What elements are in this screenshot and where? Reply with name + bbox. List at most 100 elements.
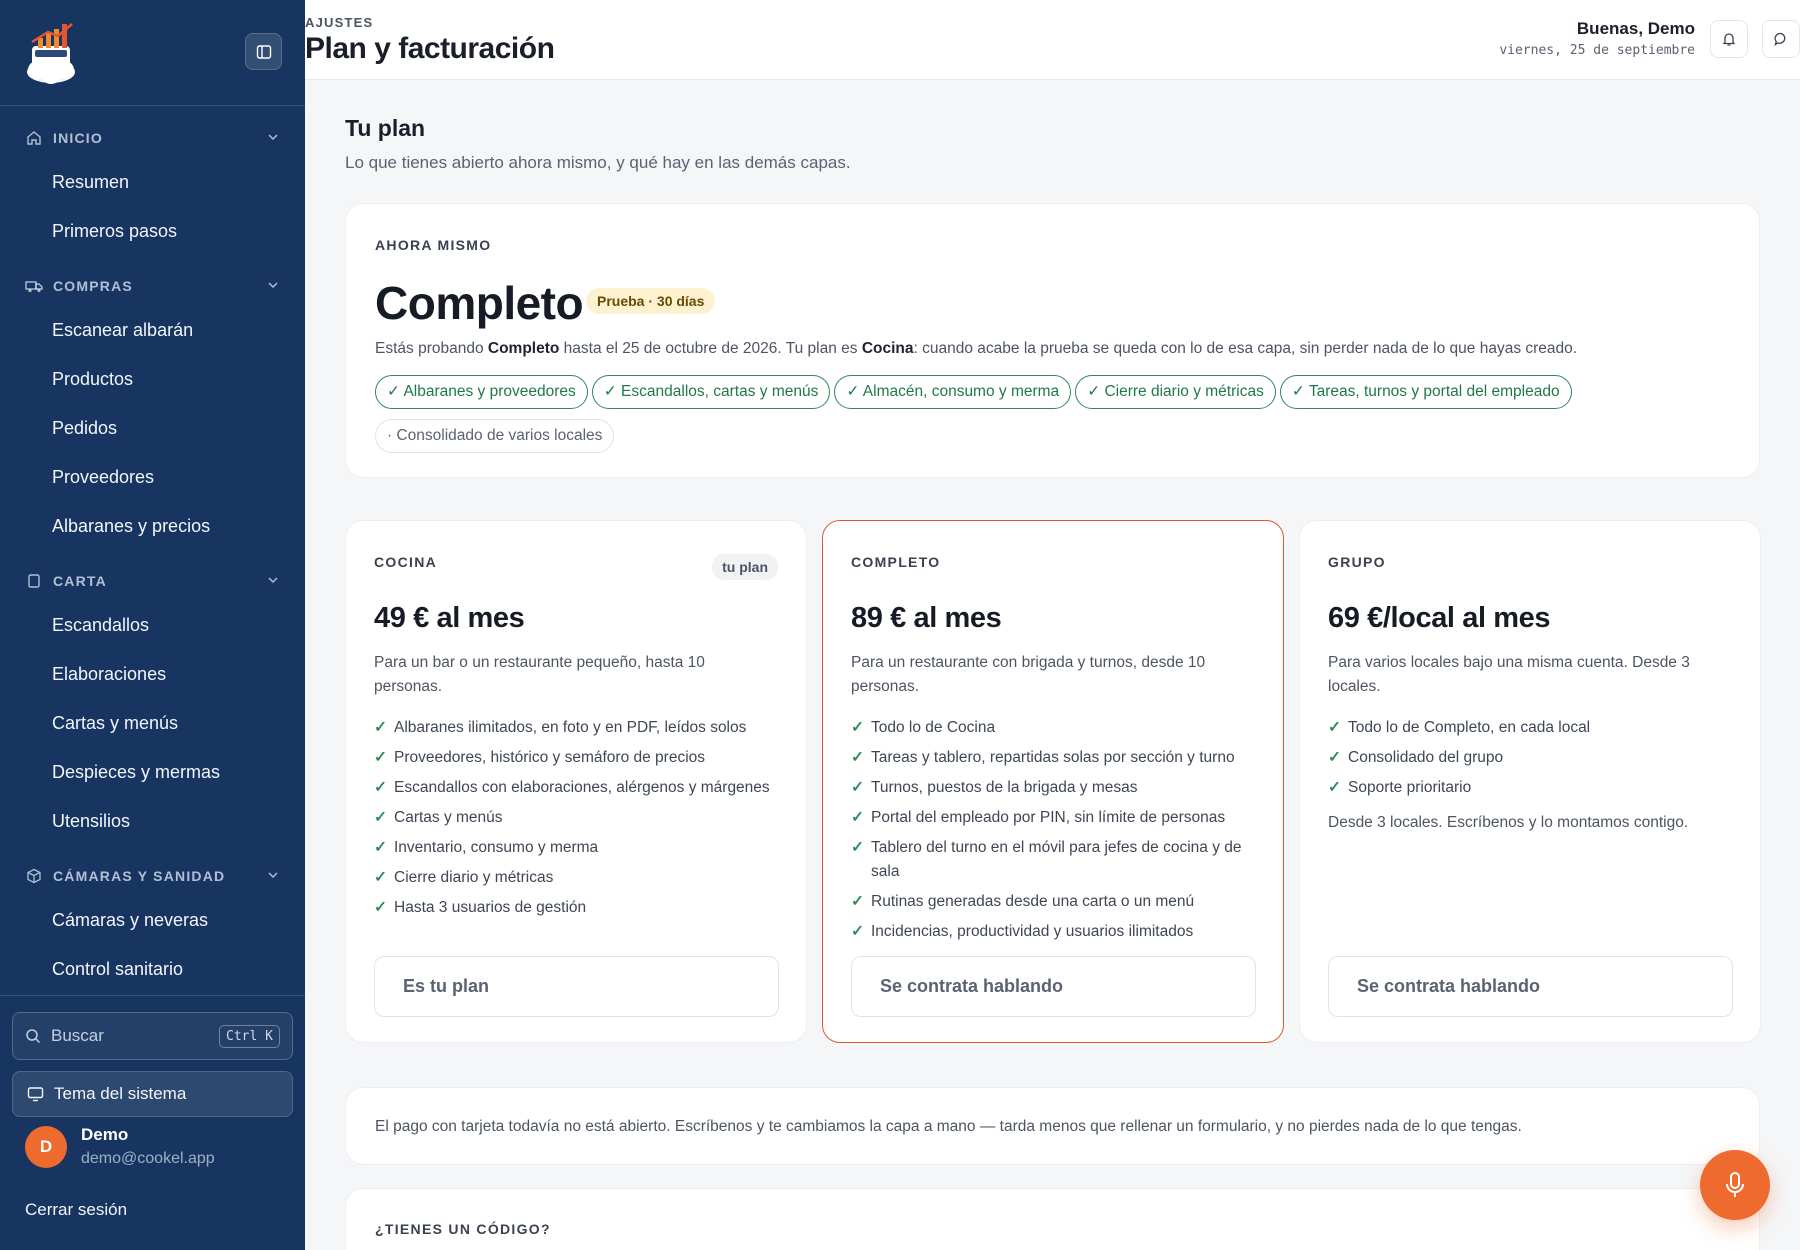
check-icon: ✓	[851, 719, 864, 736]
sidebar-item-utensilios[interactable]: Utensilios	[0, 797, 305, 846]
feature-item: ✓ Inventario, consumo y merma	[374, 836, 794, 860]
sidebar-item-primeros-pasos[interactable]: Primeros pasos	[0, 207, 305, 256]
plan-note: Desde 3 locales. Escríbenos y lo montamo…	[1328, 814, 1689, 831]
feature-item: ✓ Albaranes ilimitados, en foto y en PDF,…	[374, 716, 794, 740]
nav-group-label: CÁMARAS Y SANIDAD	[53, 868, 226, 884]
voice-assistant-button[interactable]	[1700, 1150, 1770, 1220]
plan-price: 89 € al mes	[851, 602, 1002, 634]
check-icon: ✓	[374, 779, 387, 796]
nav-group-label: CARTA	[53, 573, 107, 589]
top-header: AJUSTES Plan y facturación Buenas, Demo …	[305, 0, 1800, 80]
user-name: Demo	[81, 1125, 129, 1144]
check-icon: ✓	[851, 839, 864, 856]
check-icon: ✓	[851, 923, 864, 940]
sidebar-item-productos[interactable]: Productos	[0, 355, 305, 404]
payment-note: El pago con tarjeta todavía no está abie…	[375, 1118, 1522, 1135]
check-icon: ✓	[851, 779, 864, 796]
chevron-down-icon	[266, 573, 280, 590]
feature-chip: ✓ Albaranes y proveedores	[375, 375, 588, 409]
plan-card-completo: COMPLETO 89 € al mes Para un restaurante…	[822, 520, 1284, 1043]
current-plan-card: AHORA MISMO Completo Prueba · 30 días Es…	[345, 203, 1760, 478]
sidebar-item-camaras-neveras[interactable]: Cámaras y neveras	[0, 896, 305, 945]
feature-chip-unavailable: · Consolidado de varios locales	[375, 419, 615, 453]
monitor-icon	[27, 1087, 44, 1102]
feature-item: ✓ Cierre diario y métricas	[374, 866, 794, 890]
search-placeholder: Buscar	[51, 1026, 104, 1045]
feature-item: ✓ Portal del empleado por PIN, sin límite…	[851, 806, 1271, 830]
check-icon: ✓	[851, 809, 864, 826]
plan-price: 49 € al mes	[374, 602, 525, 634]
nav-group-camaras-sanidad[interactable]: CÁMARAS Y SANIDAD	[0, 856, 305, 896]
plan-price: 69 €/local al mes	[1328, 602, 1551, 634]
promo-code-label: ¿TIENES UN CÓDIGO?	[375, 1221, 551, 1237]
search-icon	[26, 1029, 41, 1044]
logout-button[interactable]: Cerrar sesión	[25, 1200, 127, 1220]
check-icon: ✓	[1328, 779, 1341, 796]
contact-sales-button[interactable]: Se contrata hablando	[851, 956, 1256, 1017]
microphone-icon	[1726, 1172, 1744, 1197]
nav-group-label: COMPRAS	[53, 278, 133, 294]
sidebar-nav: INICIO Resumen Primeros pasos COMPRAS Es…	[0, 118, 305, 994]
chat-icon	[1774, 32, 1786, 47]
trial-badge: Prueba · 30 días	[586, 288, 716, 314]
sidebar-toggle-icon	[256, 44, 271, 59]
plan-description: Para un restaurante con brigada y turnos…	[851, 654, 1206, 695]
check-icon: ✓	[374, 869, 387, 886]
sidebar-item-proveedores[interactable]: Proveedores	[0, 453, 305, 502]
user-profile[interactable]: D Demo demo@cookel.app	[25, 1125, 215, 1168]
nav-group-compras[interactable]: COMPRAS	[0, 266, 305, 306]
included-features: ✓ Albaranes y proveedores ✓ Escandallos, …	[375, 375, 1755, 463]
sidebar-toggle-button[interactable]	[245, 33, 282, 70]
feature-chip: ✓ Tareas, turnos y portal del empleado	[1279, 375, 1572, 409]
book-icon	[25, 572, 43, 590]
feature-item: ✓ Turnos, puestos de la brigada y mesas	[851, 776, 1271, 800]
feature-chip: ✓ Cierre diario y métricas	[1075, 375, 1276, 409]
plan-features: ✓ Albaranes ilimitados, en foto y en PDF,…	[374, 716, 794, 926]
search-input[interactable]: Buscar Ctrl K	[12, 1012, 293, 1060]
chevron-down-icon	[266, 130, 280, 147]
box-icon	[25, 867, 43, 885]
sidebar: INICIO Resumen Primeros pasos COMPRAS Es…	[0, 0, 305, 1250]
nav-group-carta[interactable]: CARTA	[0, 561, 305, 601]
feature-item: ✓ Hasta 3 usuarios de gestión	[374, 896, 794, 920]
check-icon: ✓	[374, 899, 387, 916]
current-plan-name: Completo	[375, 277, 584, 329]
feature-item: ✓ Soporte prioritario	[1328, 776, 1748, 800]
sidebar-item-escanear-albaran[interactable]: Escanear albarán	[0, 306, 305, 355]
promo-code-card: ¿TIENES UN CÓDIGO?	[345, 1188, 1760, 1250]
feature-item: ✓ Todo lo de Cocina	[851, 716, 1271, 740]
section-title: Tu plan	[345, 115, 426, 141]
current-date: viernes, 25 de septiembre	[1499, 43, 1695, 58]
feature-item: ✓ Cartas y menús	[374, 806, 794, 830]
chat-button[interactable]	[1762, 20, 1800, 58]
truck-icon	[25, 277, 43, 295]
sidebar-item-albaranes-precios[interactable]: Albaranes y precios	[0, 502, 305, 551]
nav-group-inicio[interactable]: INICIO	[0, 118, 305, 158]
section-subtitle: Lo que tienes abierto ahora mismo, y qué…	[345, 153, 851, 172]
breadcrumb[interactable]: AJUSTES	[305, 15, 373, 30]
sidebar-item-despieces-mermas[interactable]: Despieces y mermas	[0, 748, 305, 797]
sidebar-item-cartas-menus[interactable]: Cartas y menús	[0, 699, 305, 748]
logo-icon[interactable]	[22, 20, 80, 84]
plan-description: Para varios locales bajo una misma cuent…	[1328, 654, 1690, 695]
feature-item: ✓ Tareas y tablero, repartidas solas por …	[851, 746, 1271, 770]
plan-name: COCINA	[374, 554, 438, 570]
notifications-button[interactable]	[1710, 20, 1748, 58]
contact-sales-button[interactable]: Se contrata hablando	[1328, 956, 1733, 1017]
check-icon: ✓	[851, 749, 864, 766]
feature-item: ✓ Rutinas generadas desde una carta o un …	[851, 890, 1271, 914]
theme-toggle[interactable]: Tema del sistema	[12, 1071, 293, 1117]
sidebar-item-escandallos[interactable]: Escandallos	[0, 601, 305, 650]
current-plan-button[interactable]: Es tu plan	[374, 956, 779, 1017]
sidebar-item-pedidos[interactable]: Pedidos	[0, 404, 305, 453]
feature-item: ✓ Incidencias, productividad y usuarios i…	[851, 920, 1271, 944]
plan-description: Para un bar o un restaurante pequeño, ha…	[374, 654, 705, 695]
check-icon: ✓	[851, 893, 864, 910]
nav-group-label: INICIO	[53, 130, 103, 146]
sidebar-item-elaboraciones[interactable]: Elaboraciones	[0, 650, 305, 699]
bell-icon	[1722, 33, 1736, 46]
sidebar-item-resumen[interactable]: Resumen	[0, 158, 305, 207]
sidebar-item-control-sanitario[interactable]: Control sanitario	[0, 945, 305, 994]
current-plan-description: Estás probando Completo hasta el 25 de o…	[375, 340, 1578, 357]
feature-item: ✓ Todo lo de Completo, en cada local	[1328, 716, 1748, 740]
